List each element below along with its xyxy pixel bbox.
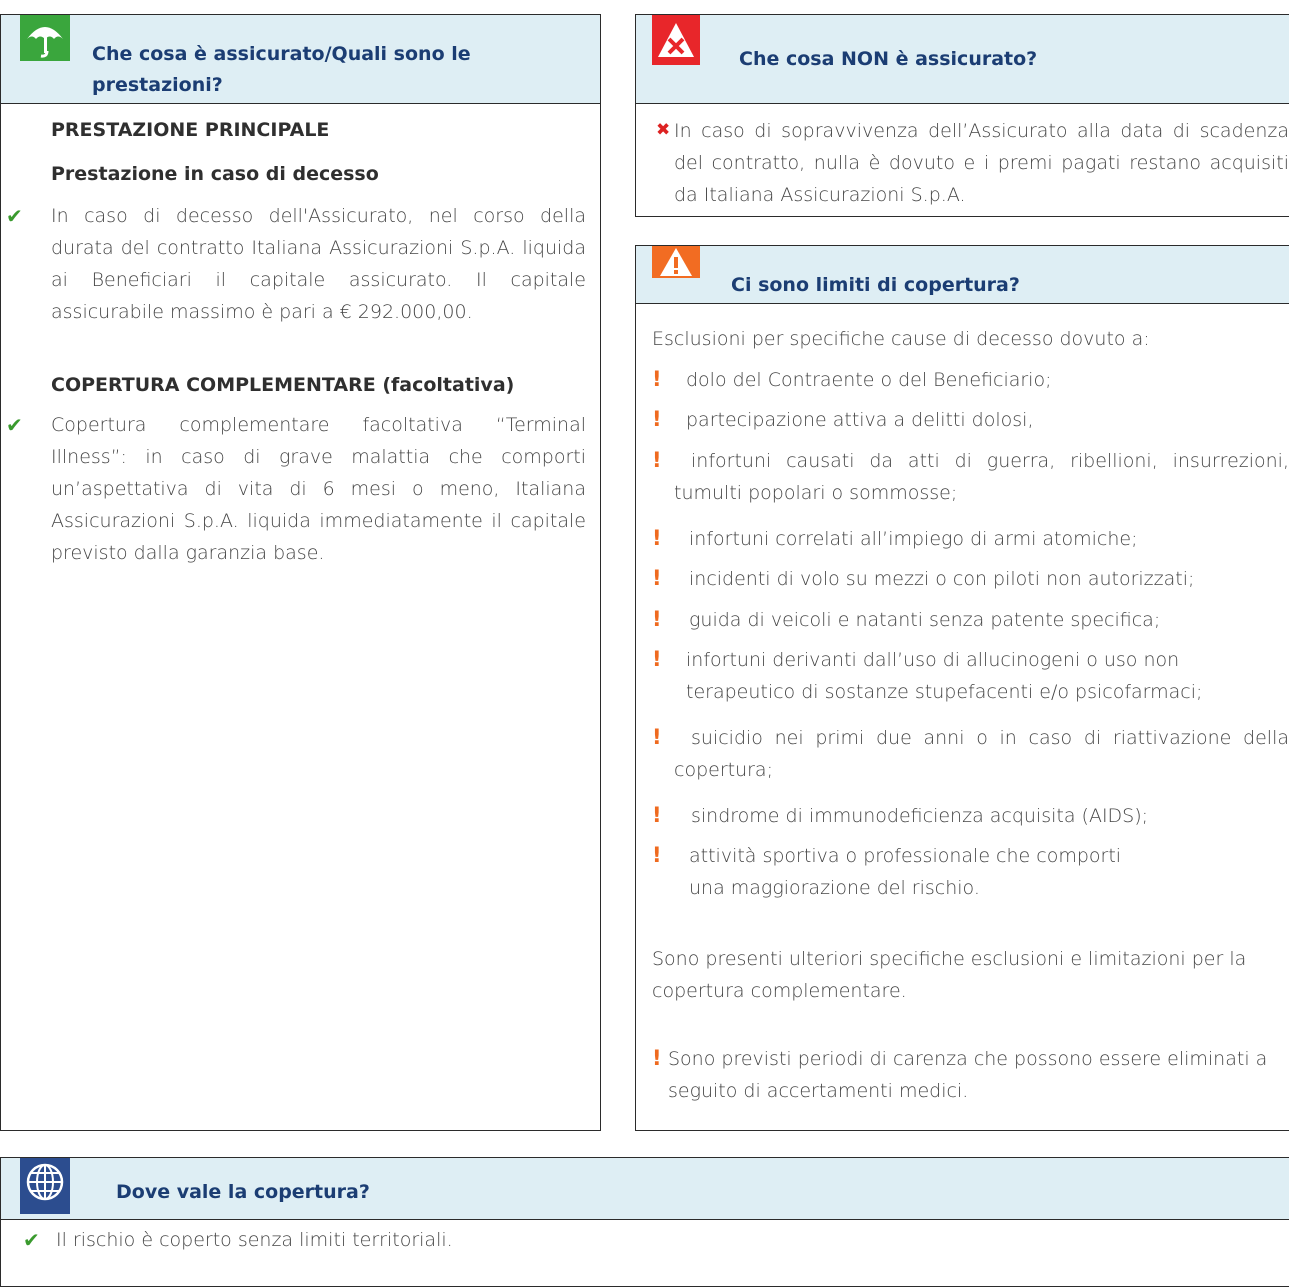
limit-item: infortuni correlati all’impiego di armi … (689, 528, 1138, 550)
exclamation-icon: ! (652, 448, 662, 472)
alert-triangle-icon (652, 246, 700, 282)
limit-item: attività sportiva o professionale che co… (689, 845, 1122, 899)
limits-box: Ci sono limiti di copertura? Esclusioni … (635, 245, 1289, 1131)
limit-item: infortuni derivanti dall’uso di allucino… (686, 649, 1203, 703)
exclamation-icon: ! (652, 725, 662, 749)
insured-title: Che cosa è assicurato/Quali sono le pres… (92, 43, 471, 96)
exclamation-icon: ! (652, 607, 662, 631)
exclamation-icon: ! (652, 526, 662, 550)
limits-title: Ci sono limiti di copertura? (731, 274, 1020, 296)
not-insured-text: In caso di sopravvivenza dell’Assicurato… (674, 120, 1289, 206)
where-header: Dove vale la copertura? (1, 1158, 1289, 1220)
x-bullet-icon: ✖ (656, 120, 671, 140)
section1-text: In caso di decesso dell'Assicurato, nel … (51, 205, 586, 323)
limits-header: Ci sono limiti di copertura? (636, 246, 1289, 304)
limit-item: sindrome di immunodeficienza acquisita (… (691, 805, 1149, 827)
limits-intro: Esclusioni per specifiche cause di deces… (652, 328, 1150, 350)
exclamation-icon: ! (652, 566, 662, 590)
section1-title: PRESTAZIONE PRINCIPALE (51, 119, 330, 141)
section2-text: Copertura complementare facoltativa “Ter… (51, 414, 586, 564)
x-warning-icon (652, 15, 700, 69)
not-insured-box: Che cosa NON è assicurato? ✖ In caso di … (635, 14, 1289, 217)
limit-item: partecipazione attiva a delitti dolosi, (686, 409, 1034, 431)
not-insured-header: Che cosa NON è assicurato? (636, 15, 1289, 104)
exclamation-icon: ! (652, 843, 662, 867)
exclamation-icon: ! (652, 647, 662, 671)
limit-item: infortuni causati da atti di guerra, rib… (674, 450, 1289, 504)
umbrella-icon (20, 15, 70, 65)
limit-item: suicidio nei primi due anni o in caso di… (674, 727, 1289, 781)
insured-header: Che cosa è assicurato/Quali sono le pres… (1, 15, 600, 104)
limit-item: guida di veicoli e natanti senza patente… (689, 609, 1161, 631)
section1-subtitle: Prestazione in caso di decesso (51, 163, 379, 185)
insured-box: Che cosa è assicurato/Quali sono le pres… (0, 14, 601, 1131)
check-icon: ✔ (6, 204, 23, 228)
limits-note: Sono presenti ulteriori specifiche esclu… (652, 948, 1247, 1002)
where-text: Il rischio è coperto senza limiti territ… (56, 1229, 453, 1251)
check-icon: ✔ (6, 413, 23, 437)
limit-item: incidenti di volo su mezzi o con piloti … (689, 568, 1195, 590)
globe-icon (20, 1158, 70, 1218)
exclamation-icon: ! (652, 803, 662, 827)
section2-title: COPERTURA COMPLEMENTARE (facoltativa) (51, 374, 515, 396)
check-icon: ✔ (23, 1228, 40, 1252)
exclamation-icon: ! (652, 407, 662, 431)
waiting-note: Sono previsti periodi di carenza che pos… (668, 1048, 1268, 1102)
limit-item: dolo del Contraente o del Beneficiario; (686, 369, 1052, 391)
exclamation-icon: ! (652, 367, 662, 391)
not-insured-title: Che cosa NON è assicurato? (739, 48, 1038, 70)
where-title: Dove vale la copertura? (116, 1181, 370, 1203)
exclamation-icon: ! (652, 1046, 662, 1070)
